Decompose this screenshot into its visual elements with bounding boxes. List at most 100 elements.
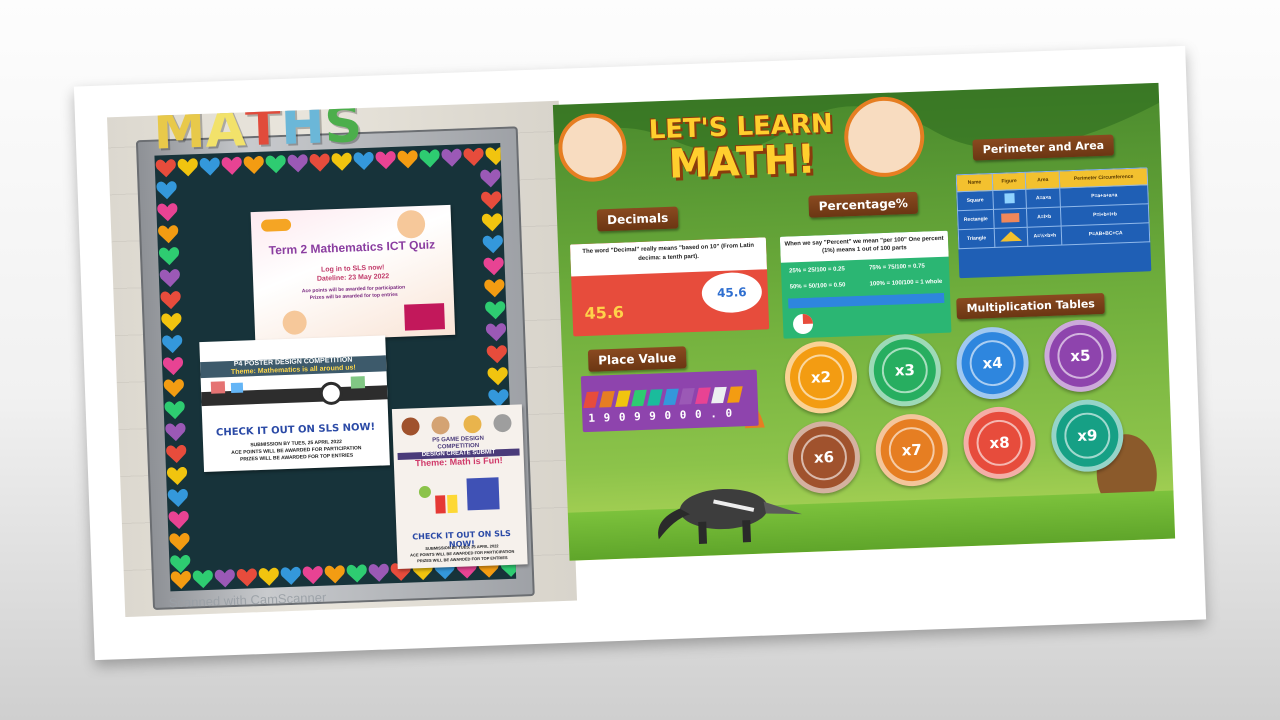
heart-border-piece [236,568,257,587]
table-x9-label: x9 [1064,412,1112,460]
maths-letter-m: M [152,100,205,162]
heart-border-piece [324,565,345,584]
heart-border-piece [485,301,506,320]
shape-name: Square [956,190,994,211]
board-frame: Term 2 Mathematics ICT Quiz Log in to SL… [135,126,535,611]
heart-border-piece [485,323,507,342]
triangle-figure [994,227,1029,248]
heart-border-piece [482,235,503,254]
heart-border-piece [481,213,502,232]
heart-border-piece [441,148,462,167]
heart-border-piece [302,566,323,585]
photo-card: Term 2 Mathematics ICT Quiz Log in to SL… [73,45,1207,661]
area-formula: A=a×a [1026,187,1061,209]
place-value-digits: 1 9 0 9 9 0 0 0 . 0 [588,406,734,425]
heart-border-piece [170,554,191,573]
heart-border-piece [160,291,181,310]
heart-border-piece [483,257,504,276]
notice-board-photo: Term 2 Mathematics ICT Quiz Log in to SL… [107,100,578,618]
heart-border-piece [486,345,507,364]
place-value-sign: Place Value [587,346,687,372]
place-value-column [663,388,679,406]
perimeter-col-area: Area [1025,171,1061,190]
square-figure [992,189,1027,210]
heart-border-piece [214,569,235,588]
decimals-intro: The word "Decimal" really means "based o… [569,237,768,277]
heart-border-piece [419,149,440,168]
heart-border-piece [169,533,190,551]
heart-border-piece [484,279,505,298]
heart-border-piece [156,181,177,200]
heart-border-piece [159,269,180,288]
table-x2-label: x2 [797,354,845,402]
heart-border-piece [163,379,184,398]
perimeter-table-panel: Name Figure Area Perimeter Circumference… [955,167,1152,279]
heart-border-piece [157,203,178,222]
anteater-illustration [658,488,803,544]
percentage-sign: Percentage% [808,191,919,218]
maths-letter-s: S [323,100,361,156]
area-formula: A=½×b×h [1027,225,1063,247]
shape-name: Rectangle [957,209,995,230]
percentage-row: 50% = 50/100 = 0.50 [789,282,846,291]
decimals-panel: The word "Decimal" really means "based o… [569,237,770,337]
heart-border-piece [168,511,189,530]
heart-border-piece [353,151,374,170]
heart-border-piece [265,155,286,174]
percentage-pie-graphic [788,292,945,335]
percentage-panel: When we say "Percent" we mean "per 100" … [779,230,952,339]
p4-details: SUBMISSION BY TUES, 25 APRIL 2022 ACE PO… [203,437,390,465]
table-x7-label: x7 [888,426,936,474]
heart-border-piece [155,159,176,178]
p5-poster: P5 GAME DESIGN COMPETITION DESIGN CREATE… [391,404,528,570]
heart-border-piece [485,147,506,166]
p5-game-graphic [418,477,500,514]
perimeter-table: Name Figure Area Perimeter Circumference… [956,167,1151,249]
perimeter-col-figure: Figure [992,172,1027,191]
decimals-sign: Decimals [596,206,679,232]
maths-letter-a: A [204,100,245,160]
place-value-column [711,386,727,404]
heart-border-piece [166,445,187,464]
heart-border-piece [162,335,183,354]
heart-border-piece [192,570,213,589]
place-value-column [631,389,647,407]
table-x4-label: x4 [969,339,1017,387]
area-formula: A=l×b [1026,206,1062,228]
decimals-bubble: 45.6 [701,271,763,314]
heart-border-piece [463,147,484,166]
place-value-panel: 1 9 0 9 9 0 0 0 . 0 [580,369,759,433]
maths-letter-h: H [279,100,324,157]
place-value-column [679,388,695,405]
percentage-intro: When we say "Percent" we mean "per 100" … [779,230,949,263]
place-value-column [615,390,631,407]
place-value-column [695,387,711,405]
table-x5-label: x5 [1057,332,1105,380]
heart-border-piece [258,567,279,586]
heart-border-piece [167,489,188,508]
corkboard: Term 2 Mathematics ICT Quiz Log in to SL… [154,142,528,592]
heart-border-piece [368,563,389,582]
percentage-row: 100% = 100/100 = 1 whole [869,278,943,288]
heart-border-piece [163,357,184,376]
heart-border-piece [309,153,330,172]
heart-border-piece [177,158,198,177]
heart-border-piece [280,566,301,585]
math-poster-photo: LET'S LEARN MATH! Decimals The word "Dec… [552,82,1176,561]
heart-border-piece [331,152,352,171]
title-line-2: MATH! [667,136,817,188]
heart-border-piece [480,169,501,188]
p4-town-graphic [210,376,366,405]
p4-cta: CHECK IT OUT ON SLS NOW! [215,421,376,439]
heart-border-piece [221,156,242,175]
table-x6-label: x6 [800,434,848,482]
shape-name: Triangle [958,228,995,249]
table-x8-label: x8 [976,419,1024,467]
heart-border-piece [346,564,367,583]
heart-border-piece [161,313,182,332]
heart-border-piece [158,225,179,244]
place-value-column [583,391,599,409]
table-x3-label: x3 [881,346,929,394]
heart-border-piece [375,151,396,170]
p5-details: SUBMISSION BY TUES, 25 APRIL 2022 ACE PO… [399,542,526,565]
